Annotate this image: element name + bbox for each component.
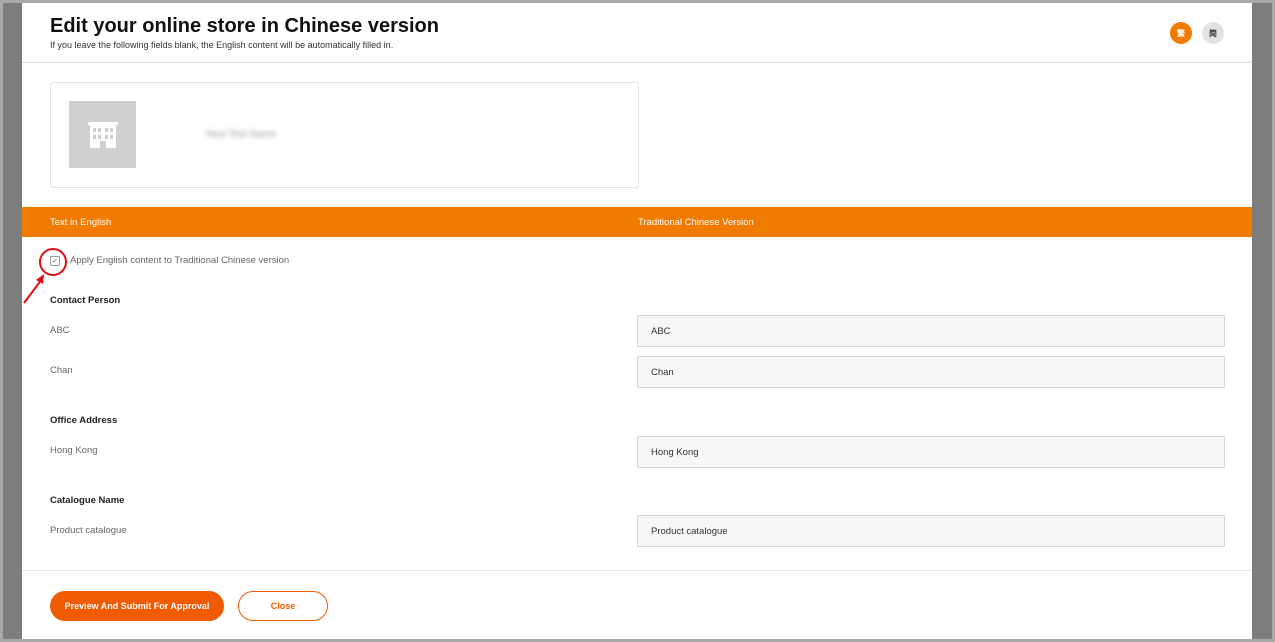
contact-last-name-english: Chan xyxy=(50,365,73,376)
contact-first-name-english: ABC xyxy=(50,325,70,336)
catalogue-name-chinese-input[interactable] xyxy=(637,515,1225,547)
store-name: New Test Name xyxy=(206,129,277,140)
page-title: Edit your online store in Chinese versio… xyxy=(50,15,439,37)
column-header-english: Text in English xyxy=(50,217,112,228)
store-logo xyxy=(69,101,136,168)
catalogue-name-english: Product catalogue xyxy=(50,525,127,536)
contact-first-name-chinese-input[interactable] xyxy=(637,315,1225,347)
store-card: New Test Name xyxy=(50,82,639,188)
contact-person-heading: Contact Person xyxy=(50,295,121,306)
office-address-chinese-input[interactable] xyxy=(637,436,1225,468)
preview-submit-button[interactable]: Preview And Submit For Approval xyxy=(50,591,224,621)
close-button[interactable]: Close xyxy=(238,591,328,621)
column-header-bar: Text in English Traditional Chinese Vers… xyxy=(22,207,1252,237)
annotation-arrow-icon xyxy=(23,274,44,304)
apply-english-label: Apply English content to Traditional Chi… xyxy=(70,255,290,266)
language-simplified-chinese-button[interactable]: 简 xyxy=(1202,22,1224,44)
column-header-chinese: Traditional Chinese Version xyxy=(638,217,754,228)
office-address-english: Hong Kong xyxy=(50,445,98,456)
page-subtitle: If you leave the following fields blank,… xyxy=(50,40,394,50)
language-traditional-chinese-button[interactable]: 繁 xyxy=(1170,22,1192,44)
apply-english-row[interactable]: ✓ Apply English content to Traditional C… xyxy=(50,255,289,266)
modal-header: Edit your online store in Chinese versio… xyxy=(22,3,1252,63)
office-address-heading: Office Address xyxy=(50,415,118,426)
building-icon xyxy=(87,121,118,148)
edit-store-modal: Edit your online store in Chinese versio… xyxy=(22,3,1252,639)
modal-footer: Preview And Submit For Approval Close xyxy=(22,570,1252,639)
contact-last-name-chinese-input[interactable] xyxy=(637,356,1225,388)
catalogue-name-heading: Catalogue Name xyxy=(50,495,125,506)
